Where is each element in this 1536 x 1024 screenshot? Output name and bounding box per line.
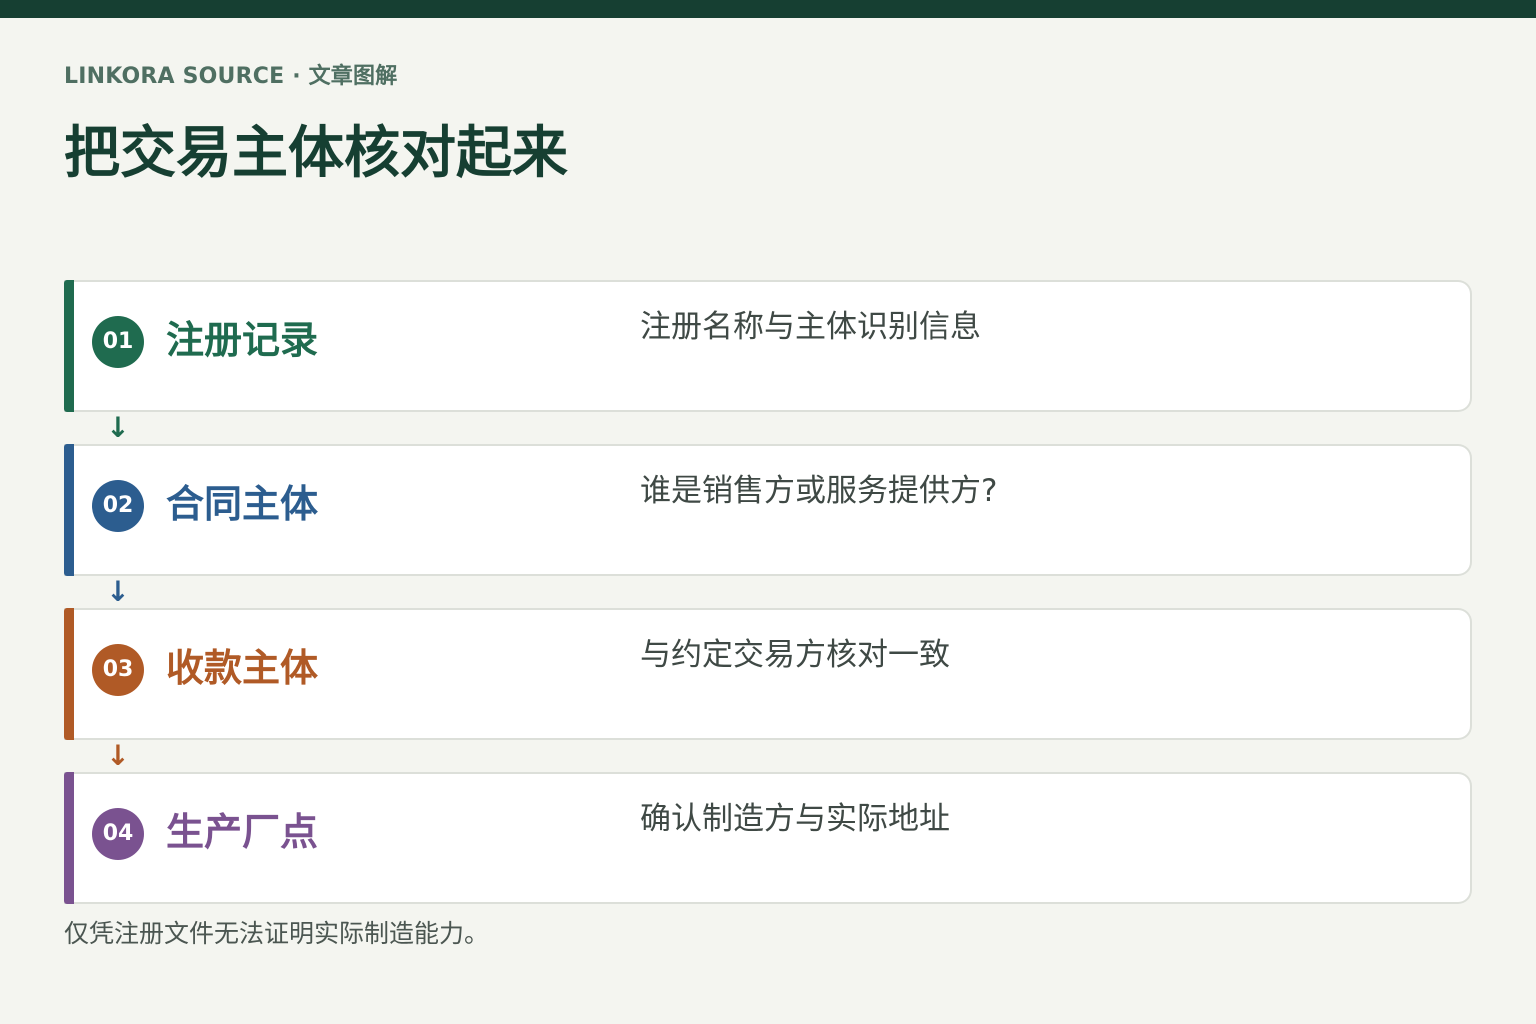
steps-list: 01 注册记录 注册名称与主体识别信息 ↓ 02 合同主体 谁是销售方或服务提供… <box>64 280 1472 904</box>
step-card-payee: 03 收款主体 与约定交易方核对一致 <box>64 608 1472 740</box>
step-number-badge: 04 <box>92 808 144 860</box>
step-accent-bar <box>64 772 74 904</box>
eyebrow-label: LINKORA SOURCE · 文章图解 <box>64 64 398 89</box>
step-connector: ↓ <box>64 412 1472 444</box>
step-accent-bar <box>64 280 74 412</box>
step-label: 合同主体 <box>166 482 319 526</box>
step-label: 收款主体 <box>166 646 319 690</box>
step-accent-bar <box>64 444 74 576</box>
step-card-factory: 04 生产厂点 确认制造方与实际地址 <box>64 772 1472 904</box>
step-number-badge: 03 <box>92 644 144 696</box>
step-connector: ↓ <box>64 576 1472 608</box>
step-label: 生产厂点 <box>166 810 319 854</box>
step-accent-bar <box>64 608 74 740</box>
top-bar <box>0 0 1536 18</box>
step-label: 注册记录 <box>166 318 319 362</box>
step-card-registration: 01 注册记录 注册名称与主体识别信息 <box>64 280 1472 412</box>
step-description: 注册名称与主体识别信息 <box>640 309 981 345</box>
step-description: 与约定交易方核对一致 <box>640 637 950 673</box>
footnote: 仅凭注册文件无法证明实际制造能力。 <box>64 919 490 948</box>
page-title: 把交易主体核对起来 <box>64 121 568 186</box>
step-number-badge: 01 <box>92 316 144 368</box>
step-card-contract-party: 02 合同主体 谁是销售方或服务提供方? <box>64 444 1472 576</box>
step-description: 确认制造方与实际地址 <box>640 801 950 837</box>
arrow-down-icon: ↓ <box>106 411 130 444</box>
step-connector: ↓ <box>64 740 1472 772</box>
step-number-badge: 02 <box>92 480 144 532</box>
arrow-down-icon: ↓ <box>106 739 130 772</box>
step-description: 谁是销售方或服务提供方? <box>640 473 998 509</box>
arrow-down-icon: ↓ <box>106 575 130 608</box>
